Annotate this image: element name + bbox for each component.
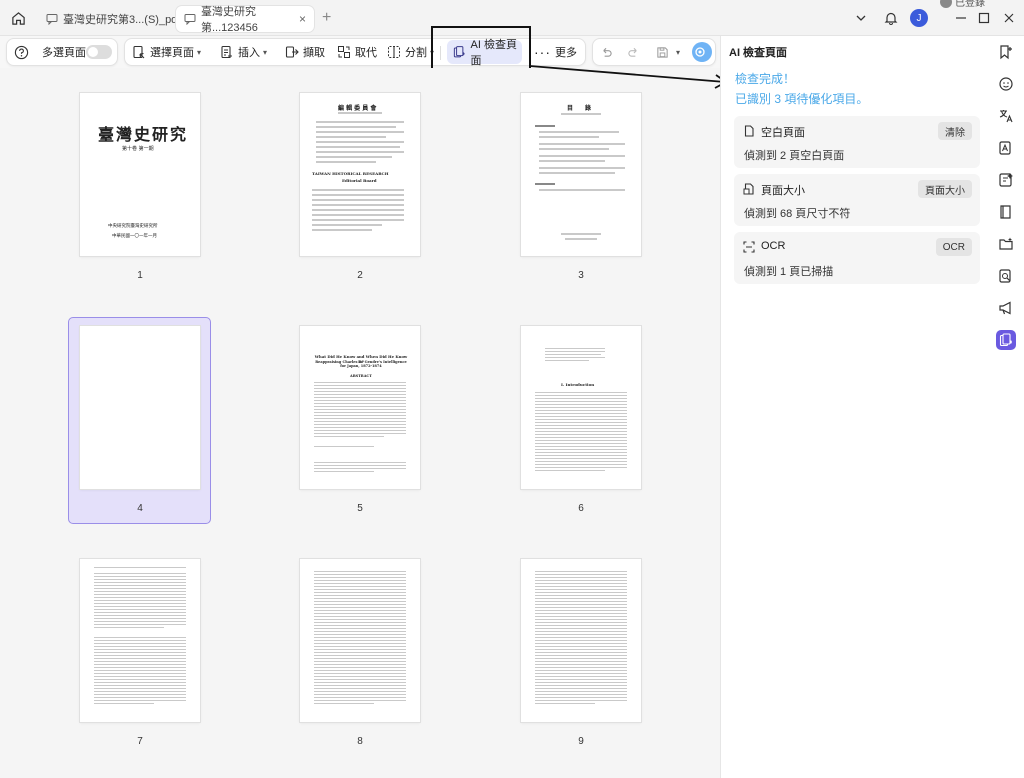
chevron-down-icon[interactable] [850, 8, 872, 28]
page-thumbnail-3[interactable]: 目 錄 [521, 93, 641, 256]
page-title: 目 錄 [567, 105, 592, 112]
page-subtitle: 第十卷 第一期 [122, 146, 154, 152]
issues-found-status: 已識別 3 項待優化項目。 [735, 92, 869, 106]
notification-bell-icon[interactable] [880, 8, 902, 28]
check-complete-status: 檢查完成！ [735, 72, 796, 86]
page-article-subtitle: Reappraising Charles Le Gendre's Intelli… [315, 360, 407, 368]
close-tab-icon[interactable]: × [299, 12, 306, 26]
page-size-button[interactable]: 頁面大小 [918, 180, 972, 198]
bookmark-add-icon[interactable] [996, 42, 1016, 62]
page-number: 4 [137, 503, 143, 514]
annotation-arrow [529, 65, 728, 89]
split-button[interactable]: 分割 ▾ [387, 42, 434, 62]
select-page-icon [133, 45, 145, 59]
maximize-icon[interactable] [973, 8, 995, 28]
blank-page-card: 空白頁面 清除 偵測到 2 頁空白頁面 [734, 116, 980, 168]
multi-page-toggle[interactable] [86, 45, 112, 59]
megaphone-icon[interactable] [996, 298, 1016, 318]
help-icon[interactable] [14, 42, 33, 62]
search-document-icon[interactable] [996, 266, 1016, 286]
ai-check-panel: AI 檢查頁面 檢查完成！ 已識別 3 項待優化項目。 空白頁面 清除 偵測到 … [720, 36, 986, 778]
page-number: 8 [357, 736, 363, 747]
blank-page-icon [743, 125, 755, 137]
clear-blank-pages-button[interactable]: 清除 [938, 122, 972, 140]
extract-icon [285, 46, 299, 58]
card-description: 偵測到 1 頁已掃描 [744, 266, 834, 278]
page-number: 2 [357, 270, 363, 281]
ai-text-icon[interactable] [996, 138, 1016, 158]
page-en-subtitle: Editorial Board [342, 178, 377, 183]
replace-icon [338, 46, 350, 58]
page-thumbnail-9[interactable] [521, 559, 641, 722]
page-section-heading: I. Introduction [561, 382, 595, 387]
page-number: 7 [137, 736, 143, 747]
insert-page-icon [221, 45, 232, 59]
panel-title: AI 檢查頁面 [729, 47, 788, 59]
page-number: 6 [578, 503, 584, 514]
page-number: 9 [578, 736, 584, 747]
ocr-card: OCR OCR 偵測到 1 頁已掃描 [734, 232, 980, 284]
new-tab-button[interactable]: + [322, 9, 331, 27]
comment-icon [184, 13, 196, 25]
document-tab-2[interactable]: 臺灣史研究第...123456 × [176, 6, 314, 34]
tab-label: 臺灣史研究第3...(S)_pdf [63, 14, 181, 26]
minimize-icon[interactable] [950, 8, 972, 28]
home-icon[interactable] [8, 8, 28, 28]
save-icon[interactable]: ▾ [656, 42, 680, 62]
user-dot-icon [940, 0, 952, 8]
page-thumbnail-6[interactable]: I. Introduction [521, 326, 641, 489]
ai-check-pages-icon[interactable] [996, 330, 1016, 350]
page-size-icon [743, 183, 755, 195]
page-thumbnail-8[interactable] [300, 559, 420, 722]
page-thumbnail-5[interactable]: What Did He Know and When Did He Know It… [300, 326, 420, 489]
ocr-scan-icon [743, 241, 755, 253]
tab-label: 臺灣史研究第...123456 [201, 6, 258, 34]
page-number: 3 [578, 270, 584, 281]
page-title: 編 輯 委 員 會 [338, 105, 377, 112]
redo-icon[interactable] [627, 42, 644, 62]
replace-button[interactable]: 取代 [337, 42, 377, 62]
comment-icon [46, 13, 58, 25]
multi-page-label: 多選頁面 [42, 47, 86, 59]
split-icon [388, 46, 400, 58]
extract-button[interactable]: 擷取 [285, 42, 325, 62]
insert-button[interactable]: 插入 ▾ [220, 42, 267, 62]
page-size-card: 頁面大小 頁面大小 偵測到 68 頁尺寸不符 [734, 174, 980, 226]
card-description: 偵測到 2 頁空白頁面 [744, 150, 845, 162]
page-en-title: TAIWAN HISTORICAL RESEARCH [312, 171, 389, 176]
ai-edit-icon[interactable] [996, 170, 1016, 190]
avatar[interactable]: J [910, 9, 928, 27]
page-abstract-heading: ABSTRACT [350, 374, 372, 378]
page-thumbnail-1[interactable]: 臺灣史研究 第十卷 第一期 中央研究院臺灣史研究所 中華民國一〇一年一月 [80, 93, 200, 256]
folder-icon[interactable] [996, 234, 1016, 254]
card-title: OCR [761, 240, 786, 252]
select-pages-button[interactable]: 選擇頁面 ▾ [132, 42, 201, 62]
card-title: 空白頁面 [761, 127, 805, 139]
more-button[interactable]: ··· 更多 [534, 42, 577, 62]
page-publisher: 中央研究院臺灣史研究所 [108, 224, 158, 229]
page-title: 臺灣史研究 [98, 125, 189, 144]
document-tab-1[interactable]: 臺灣史研究第3...(S)_pdf [38, 6, 188, 32]
ai-chat-icon[interactable] [996, 74, 1016, 94]
page-thumbnail-2[interactable]: 編 輯 委 員 會 TAIWAN HISTORICAL RESEARCH Edi… [300, 93, 420, 256]
page-thumbnail-7[interactable] [80, 559, 200, 722]
ocr-button[interactable]: OCR [935, 238, 972, 256]
page-thumbnail-4[interactable] [80, 326, 200, 489]
undo-icon[interactable] [600, 42, 617, 62]
book-icon[interactable] [996, 202, 1016, 222]
page-date: 中華民國一〇一年一月 [112, 234, 157, 239]
page-number: 5 [357, 503, 363, 514]
ai-assistant-icon[interactable] [692, 42, 712, 62]
translate-icon[interactable] [996, 106, 1016, 126]
close-window-icon[interactable] [998, 8, 1020, 28]
card-description: 偵測到 68 頁尺寸不符 [744, 208, 851, 220]
right-tool-strip [986, 36, 1024, 778]
card-title: 頁面大小 [761, 185, 805, 197]
more-dots-icon: ··· [534, 44, 551, 60]
page-number: 1 [137, 270, 143, 281]
